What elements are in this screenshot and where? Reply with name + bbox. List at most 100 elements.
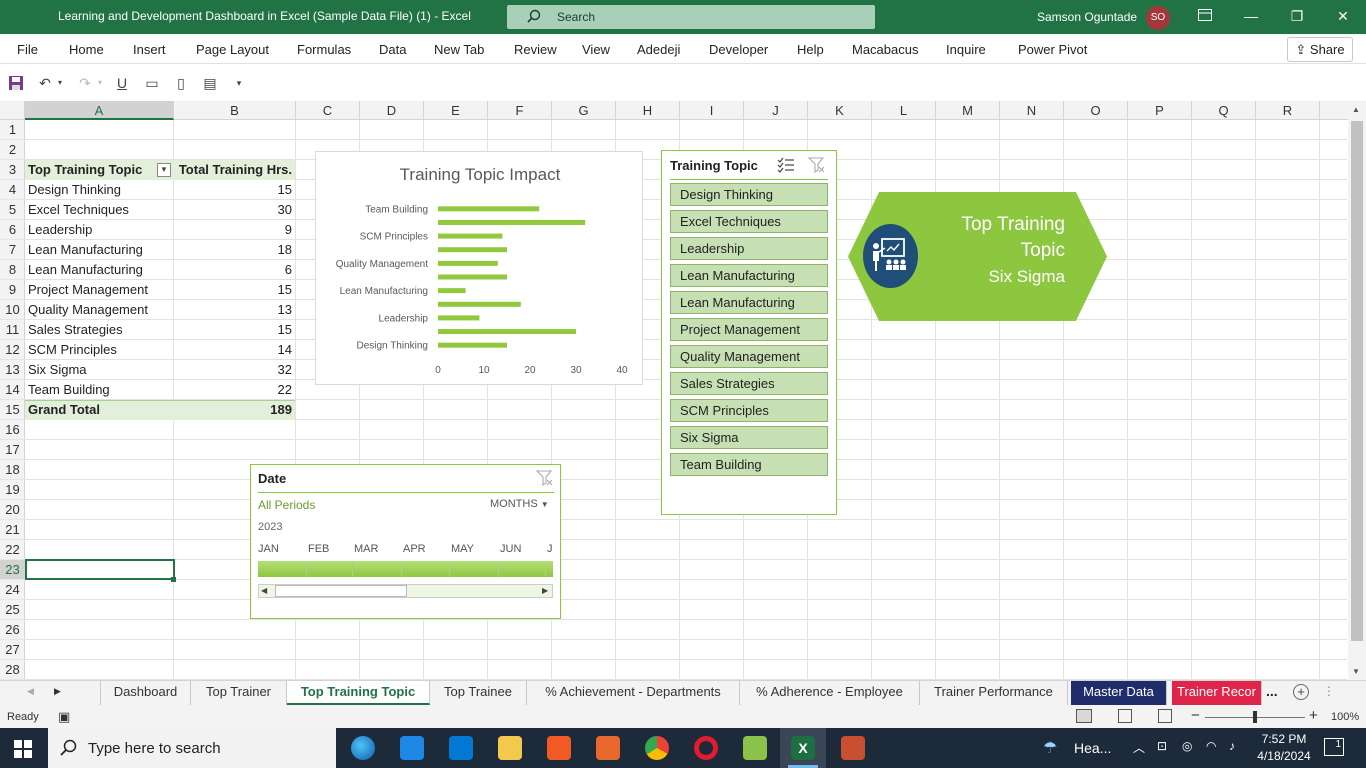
tab-top-training-topic[interactable]: Top Training Topic xyxy=(287,681,430,705)
edge-icon[interactable] xyxy=(351,736,375,760)
clock-time[interactable]: 7:52 PM xyxy=(1255,732,1313,746)
scroll-left-icon[interactable]: ◀ xyxy=(261,586,267,595)
column-header[interactable]: E xyxy=(424,101,488,120)
column-header[interactable]: M xyxy=(936,101,1000,120)
pivot-row-topic[interactable]: Project Management xyxy=(28,280,173,300)
training-topic-impact-chart[interactable]: Training Topic Impact Team Building SCM P… xyxy=(315,151,643,385)
tab-trainer-performance[interactable]: Trainer Performance xyxy=(920,681,1068,705)
column-header[interactable]: O xyxy=(1064,101,1128,120)
accessibility-icon[interactable]: ▣ xyxy=(58,709,70,725)
column-header[interactable]: P xyxy=(1128,101,1192,120)
slicer-item[interactable]: Lean Manufacturing xyxy=(670,291,828,314)
selected-cell[interactable] xyxy=(25,559,175,580)
new-document-icon[interactable]: ▯ xyxy=(172,75,190,91)
slicer-item[interactable]: Design Thinking xyxy=(670,183,828,206)
save-icon[interactable] xyxy=(7,75,25,91)
camera-icon[interactable]: ◎ xyxy=(1182,739,1192,753)
pivot-row-hours[interactable]: 6 xyxy=(174,260,295,280)
image-icon[interactable]: ▭ xyxy=(143,75,161,91)
column-header[interactable]: J xyxy=(744,101,808,120)
slicer-item[interactable]: Sales Strategies xyxy=(670,372,828,395)
row-header[interactable]: 6 xyxy=(0,220,25,240)
chart-bar[interactable] xyxy=(438,219,586,225)
chart-bar[interactable] xyxy=(438,206,540,212)
row-header[interactable]: 3 xyxy=(0,160,25,180)
menu-data[interactable]: Data xyxy=(379,42,406,57)
wifi-icon[interactable]: ◠ xyxy=(1206,739,1216,753)
pivot-header-topic[interactable]: Top Training Topic xyxy=(28,160,158,180)
chart-bar[interactable] xyxy=(438,329,576,335)
pivot-row-hours[interactable]: 32 xyxy=(174,360,295,380)
pivot-row-topic[interactable]: Sales Strategies xyxy=(28,320,173,340)
clear-filter-icon[interactable] xyxy=(807,156,826,174)
slicer-item[interactable]: Leadership xyxy=(670,237,828,260)
tab-trainer-record[interactable]: Trainer Recor xyxy=(1172,681,1262,705)
column-header[interactable]: C xyxy=(296,101,360,120)
undo-dropdown-icon[interactable]: ▾ xyxy=(55,75,65,91)
column-header[interactable]: R xyxy=(1256,101,1320,120)
pivot-filter-dropdown[interactable]: ▼ xyxy=(157,163,171,177)
user-name[interactable]: Samson Oguntade xyxy=(1037,10,1137,24)
chart-bar[interactable] xyxy=(438,288,466,294)
pivot-row-hours[interactable]: 22 xyxy=(174,380,295,400)
row-header[interactable]: 20 xyxy=(0,500,25,520)
row-header[interactable]: 15 xyxy=(0,400,25,420)
pivot-row-hours[interactable]: 15 xyxy=(174,280,295,300)
row-header[interactable]: 18 xyxy=(0,460,25,480)
menu-view[interactable]: View xyxy=(582,42,610,57)
row-header[interactable]: 2 xyxy=(0,140,25,160)
tab-dashboard[interactable]: Dashboard xyxy=(100,681,191,705)
row-header[interactable]: 10 xyxy=(0,300,25,320)
pivot-row-topic[interactable]: Team Building xyxy=(28,380,173,400)
row-header[interactable]: 14 xyxy=(0,380,25,400)
tab-splitter-icon[interactable]: ⋮ xyxy=(1323,684,1335,698)
undo-icon[interactable]: ↶ xyxy=(36,75,54,91)
tab-master-data[interactable]: Master Data xyxy=(1071,681,1167,705)
form-icon[interactable]: ▤ xyxy=(201,75,219,91)
clear-filter-icon[interactable] xyxy=(535,469,554,487)
slicer-item[interactable]: Six Sigma xyxy=(670,426,828,449)
pivot-row-hours[interactable]: 14 xyxy=(174,340,295,360)
slicer-item[interactable]: SCM Principles xyxy=(670,399,828,422)
slicer-item[interactable]: Excel Techniques xyxy=(670,210,828,233)
zoom-slider-thumb[interactable] xyxy=(1253,711,1257,723)
slicer-item[interactable]: Quality Management xyxy=(670,345,828,368)
clock-date[interactable]: 4/18/2024 xyxy=(1253,749,1315,763)
pivot-row-hours[interactable]: 13 xyxy=(174,300,295,320)
column-header[interactable]: I xyxy=(680,101,744,120)
pivot-row-hours[interactable]: 9 xyxy=(174,220,295,240)
file-explorer-icon[interactable] xyxy=(498,736,522,760)
timeline-selection-bar[interactable] xyxy=(258,561,553,577)
menu-adedeji[interactable]: Adedeji xyxy=(637,42,680,57)
column-header[interactable]: K xyxy=(808,101,872,120)
column-header[interactable]: H xyxy=(616,101,680,120)
vertical-scrollbar[interactable]: ▲ ▼ xyxy=(1348,101,1366,680)
chart-bar[interactable] xyxy=(438,247,507,253)
chart-app-icon[interactable] xyxy=(743,736,767,760)
pivot-row-topic[interactable]: Lean Manufacturing xyxy=(28,260,173,280)
pivot-row-topic[interactable]: Leadership xyxy=(28,220,173,240)
column-header[interactable]: A xyxy=(25,101,174,120)
chart-bar[interactable] xyxy=(438,274,507,280)
normal-view-icon[interactable] xyxy=(1076,709,1092,723)
pivot-row-topic[interactable]: SCM Principles xyxy=(28,340,173,360)
grand-total-label[interactable]: Grand Total xyxy=(28,400,173,420)
customize-qat-icon[interactable]: ▾ xyxy=(230,75,248,91)
more-tabs-button[interactable]: ... xyxy=(1266,683,1278,699)
xampp-icon[interactable] xyxy=(596,736,620,760)
pivot-row-hours[interactable]: 15 xyxy=(174,180,295,200)
close-button[interactable]: ✕ xyxy=(1332,6,1354,26)
pivot-header-hours[interactable]: Total Training Hrs. xyxy=(174,160,295,180)
chevron-up-icon[interactable]: ︿ xyxy=(1133,739,1145,756)
search-box[interactable]: Search xyxy=(507,5,875,29)
fill-handle[interactable] xyxy=(171,577,176,582)
row-header[interactable]: 16 xyxy=(0,420,25,440)
slicer-item[interactable]: Team Building xyxy=(670,453,828,476)
zoom-in-button[interactable]: + xyxy=(1309,707,1318,724)
chart-bar[interactable] xyxy=(438,342,507,348)
row-header[interactable]: 26 xyxy=(0,620,25,640)
brave-icon[interactable] xyxy=(547,736,571,760)
menu-review[interactable]: Review xyxy=(514,42,557,57)
date-timeline[interactable]: Date All Periods MONTHS ▼ 2023 JAN FEB M… xyxy=(250,464,561,619)
avatar[interactable]: SO xyxy=(1146,6,1170,30)
